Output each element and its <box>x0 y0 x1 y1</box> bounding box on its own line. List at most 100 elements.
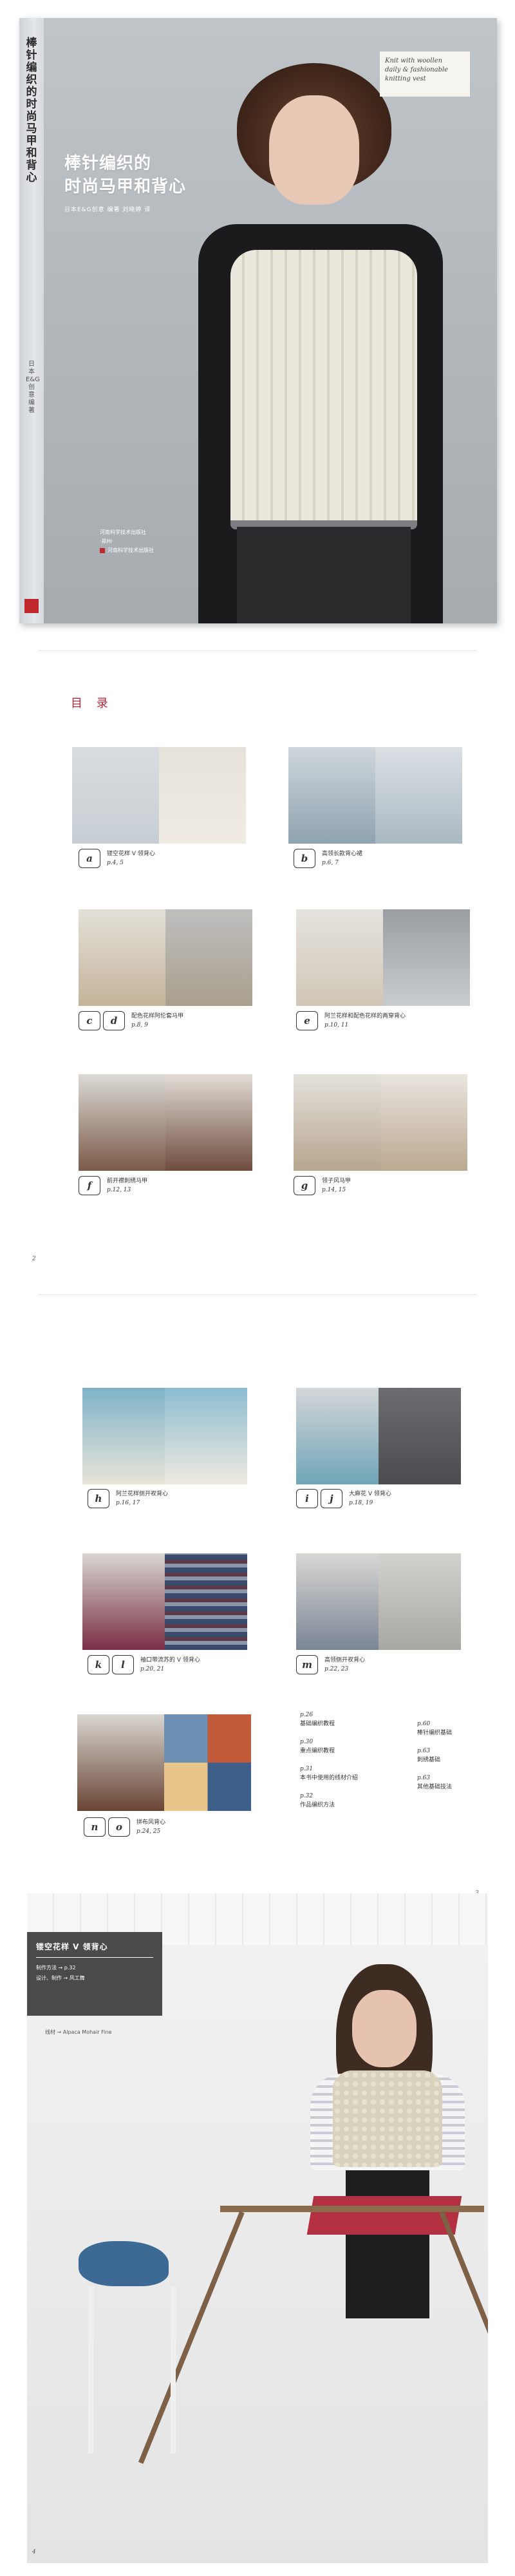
index-text[interactable]: 基础编织教程 <box>300 1719 358 1728</box>
index-text[interactable]: 重点编织教程 <box>300 1747 358 1756</box>
thumbnail-n-o[interactable] <box>77 1714 251 1811</box>
index-col-1: p.26 基础编织教程 p.30 重点编织教程 p.31 本书中使用的线材介绍 p.3… <box>300 1710 358 1810</box>
cover-author: 日本E&G创意 编著 刘晓婷 译 <box>64 207 151 213</box>
ironing-board <box>220 2206 484 2212</box>
index-page: p.30 <box>300 1739 314 1745</box>
english-title-card: Knit with woollen daily & fashionable kn… <box>380 52 470 97</box>
index-page: p.63 <box>417 1775 431 1781</box>
letter-badge: e <box>296 1011 318 1030</box>
item-pages: p.6, 7 <box>322 860 339 866</box>
letter-badge: g <box>294 1176 315 1195</box>
photo <box>375 747 462 844</box>
publisher-line: ·郑州· <box>100 538 114 544</box>
publisher-logo-icon <box>24 599 39 613</box>
photo <box>294 1074 380 1171</box>
item-label-n-o: n o 拼布风背心 p.24, 25 <box>84 1817 165 1837</box>
item-name: 拼布风背心 <box>136 1819 166 1826</box>
item-label-b: b 高领长款背心裙 p.6, 7 <box>294 849 362 868</box>
page-number-left: 2 <box>32 1256 36 1262</box>
letter-badge: i <box>296 1489 318 1508</box>
english-line: knitting vest <box>385 75 426 82</box>
thumbnail-g[interactable] <box>294 1074 467 1171</box>
letter-badge: f <box>79 1176 100 1195</box>
photo <box>165 1388 247 1484</box>
photo <box>72 747 159 844</box>
item-name: 大麻花 V 领背心 <box>349 1491 391 1497</box>
english-line: daily & fashionable <box>385 66 449 73</box>
item-pages: p.8, 9 <box>131 1022 148 1028</box>
spine-title: 棒针编织的时尚马甲和背心 <box>26 37 37 184</box>
thumbnail-c-d[interactable] <box>79 909 252 1006</box>
english-line: Knit with woollen <box>385 57 443 64</box>
cover-title-line2: 时尚马甲和背心 <box>64 177 187 196</box>
red-fabric <box>306 2196 462 2235</box>
letter-badge: d <box>103 1011 125 1030</box>
publisher-line: 河南科学技术出版社 <box>100 529 146 535</box>
index-text[interactable]: 其他基础技法 <box>417 1783 452 1792</box>
photo <box>164 1714 251 1811</box>
item-label-f: f 前开襟刺绣马甲 p.12, 13 <box>79 1176 147 1195</box>
thumbnail-i-j[interactable] <box>296 1388 461 1484</box>
letter-badge: n <box>84 1817 106 1837</box>
divider <box>36 1957 153 1958</box>
thumbnail-m[interactable] <box>296 1553 461 1650</box>
photo <box>79 1074 165 1171</box>
photo <box>296 1553 379 1650</box>
blue-cloth <box>79 2241 169 2286</box>
item-label-a: a 镂空花样 V 领背心 p.4, 5 <box>79 849 155 868</box>
thumbnail-b[interactable] <box>288 747 462 844</box>
yarn-info: 线材 → Alpaca Mohair Fine <box>45 2029 112 2035</box>
index-text[interactable]: 本书中使用的线材介绍 <box>300 1774 358 1783</box>
index-text[interactable]: 作品编织方法 <box>300 1801 358 1810</box>
page-divider <box>39 650 476 651</box>
index-page: p.32 <box>300 1793 314 1799</box>
spine-subtitle: 日本E&G创意编著 <box>26 361 40 414</box>
toc-title: 目 录 <box>71 697 113 710</box>
thumbnail-k-l[interactable] <box>82 1553 247 1650</box>
cover-publisher: 河南科学技术出版社 ·郑州· 河南科学技术出版社 <box>100 528 154 555</box>
model-face <box>269 95 359 205</box>
index-text[interactable]: 刺绣基础 <box>417 1756 452 1765</box>
item-name: 阿兰花样侧开衩背心 <box>116 1491 169 1497</box>
item-name: 镂空花样 V 领背心 <box>107 851 155 857</box>
letter-badge: l <box>112 1655 134 1674</box>
item-name: 袖口带流苏的 V 领背心 <box>140 1657 200 1663</box>
index-page: p.60 <box>417 1721 431 1727</box>
stool <box>88 2286 176 2454</box>
photo <box>82 1553 165 1650</box>
item-label-i-j: i j 大麻花 V 领背心 p.18, 19 <box>296 1489 391 1508</box>
letter-badge: m <box>296 1655 318 1674</box>
item-label-g: g 领子风马甲 p.14, 15 <box>294 1176 351 1195</box>
letter-badge: o <box>108 1817 130 1837</box>
item-pages: p.10, 11 <box>324 1022 349 1028</box>
cover-title: 棒针编织的 时尚马甲和背心 <box>64 152 186 198</box>
index-text[interactable]: 棒针编织基础 <box>417 1728 452 1738</box>
photo <box>296 1388 379 1484</box>
item-pages: p.14, 15 <box>322 1187 346 1193</box>
photo <box>159 747 246 844</box>
item-pages: p.16, 17 <box>116 1500 140 1506</box>
board-leg <box>439 2211 488 2464</box>
thumbnail-f[interactable] <box>79 1074 252 1171</box>
publisher-logo-icon <box>100 547 105 553</box>
pattern-info-box: 镂空花样 V 领背心 制作方法 → p.32 设计、制作 → 风工舞 <box>27 1932 162 2016</box>
photo <box>379 1388 461 1484</box>
item-label-h: h 阿兰花样侧开衩背心 p.16, 17 <box>88 1489 168 1508</box>
thumbnail-a[interactable] <box>72 747 246 844</box>
photo <box>288 747 375 844</box>
model-pants <box>346 2170 429 2318</box>
photo <box>79 909 165 1006</box>
pattern-method[interactable]: 制作方法 → p.32 <box>36 1963 153 1973</box>
thumbnail-h[interactable] <box>82 1388 247 1484</box>
item-pages: p.22, 23 <box>324 1666 349 1672</box>
letter-badge: a <box>79 849 100 868</box>
photo <box>165 1553 247 1650</box>
item-pages: p.4, 5 <box>107 860 124 866</box>
item-name: 配色花样阿伦套马甲 <box>131 1013 184 1019</box>
thumbnail-e[interactable] <box>296 909 470 1006</box>
item-label-m: m 高领侧开衩背心 p.22, 23 <box>296 1655 365 1674</box>
item-name: 领子风马甲 <box>322 1178 351 1184</box>
index-col-2: p.60 棒针编织基础 p.63 刺绣基础 p.63 其他基础技法 <box>417 1719 452 1792</box>
lace-v-neck-vest <box>333 2070 442 2167</box>
item-name: 高领长款背心裙 <box>322 851 363 857</box>
